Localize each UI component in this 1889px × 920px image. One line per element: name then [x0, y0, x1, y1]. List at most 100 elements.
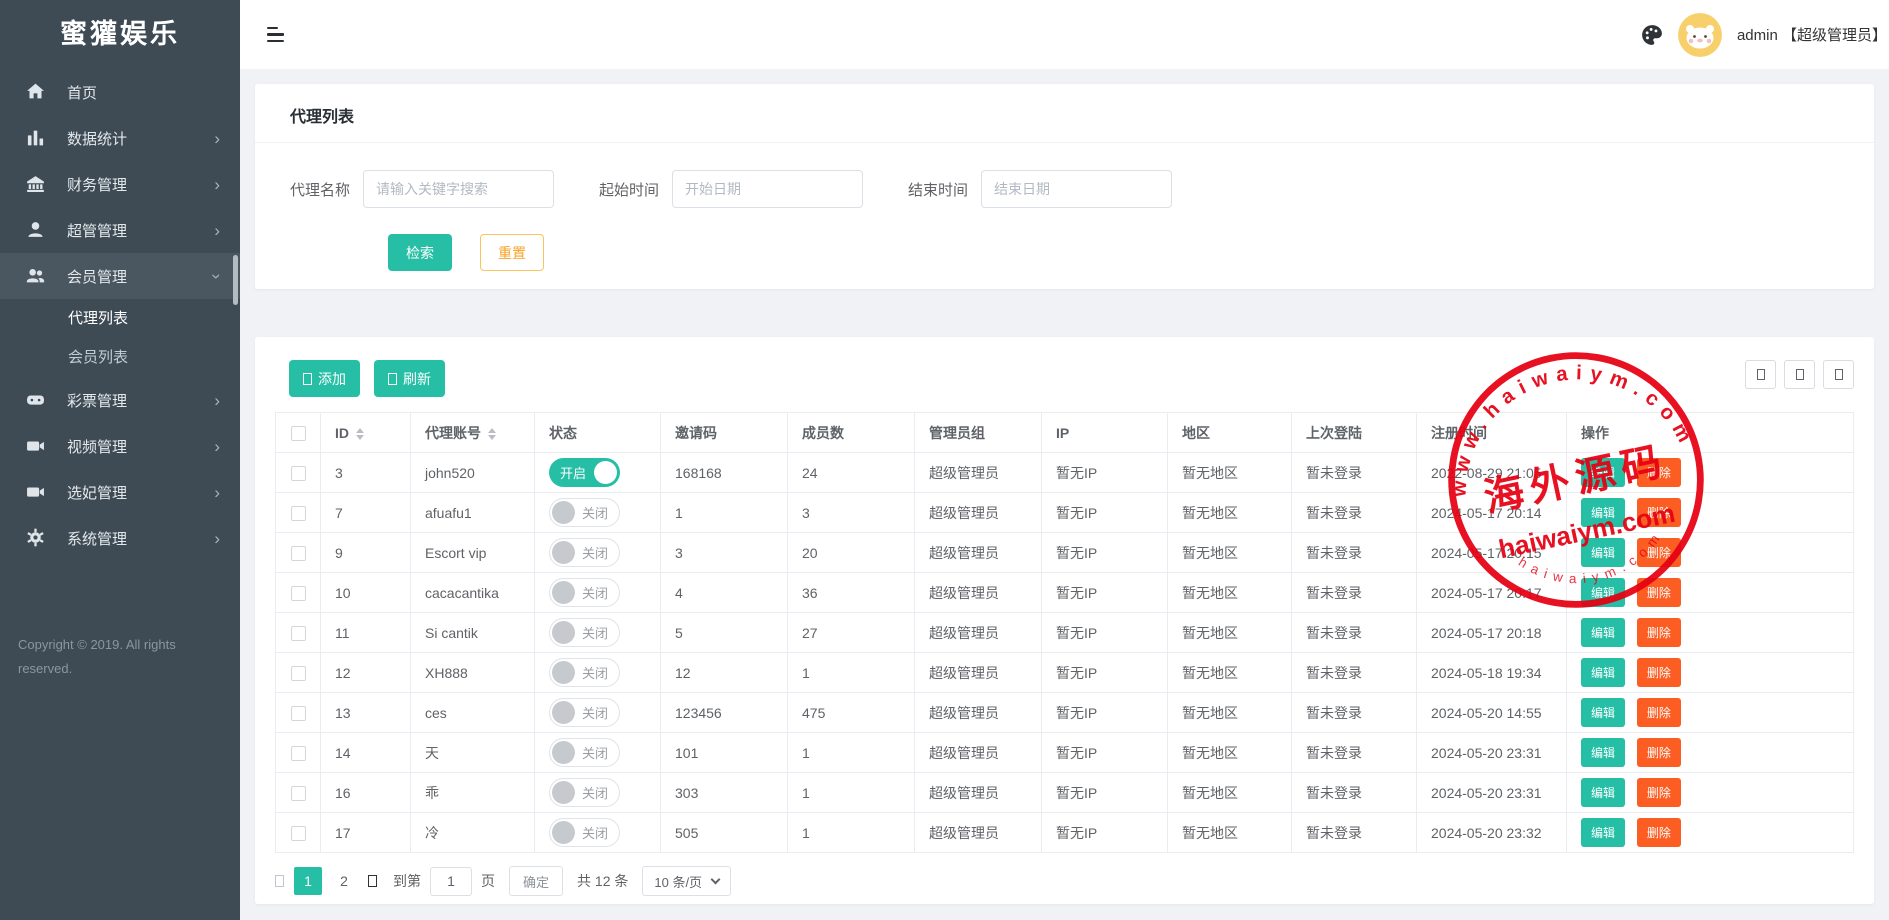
jump-confirm-button[interactable]: 确定: [509, 866, 563, 896]
delete-button[interactable]: 删除: [1637, 778, 1681, 807]
status-toggle[interactable]: 关闭: [549, 698, 620, 727]
agent-name-input[interactable]: [363, 170, 554, 208]
row-checkbox[interactable]: [291, 586, 306, 601]
column-header[interactable]: ID: [321, 413, 411, 453]
menu-toggle-icon[interactable]: [267, 27, 287, 43]
delete-button[interactable]: 删除: [1637, 698, 1681, 727]
status-toggle[interactable]: 关闭: [549, 498, 620, 527]
row-checkbox[interactable]: [291, 786, 306, 801]
sort-icon[interactable]: [488, 428, 496, 441]
delete-button[interactable]: 删除: [1637, 538, 1681, 567]
status-toggle[interactable]: 关闭: [549, 818, 620, 847]
edit-button[interactable]: 编辑: [1581, 458, 1625, 487]
status-toggle[interactable]: 关闭: [549, 578, 620, 607]
table-tool-button[interactable]: [1823, 360, 1854, 389]
cell-account: ces: [411, 693, 535, 733]
sidebar-item[interactable]: 系统管理›: [0, 515, 240, 561]
column-header: 操作: [1567, 413, 1854, 453]
edit-button[interactable]: 编辑: [1581, 578, 1625, 607]
search-button[interactable]: 检索: [388, 234, 452, 271]
row-checkbox[interactable]: [291, 746, 306, 761]
prev-page-button[interactable]: [275, 875, 284, 887]
next-page-button[interactable]: [368, 875, 377, 887]
cell-account: 乖: [411, 773, 535, 813]
row-checkbox[interactable]: [291, 466, 306, 481]
row-checkbox[interactable]: [291, 546, 306, 561]
main-area: admin 【超级管理员】 代理列表 代理名称 起始时间: [240, 0, 1889, 920]
edit-button[interactable]: 编辑: [1581, 538, 1625, 567]
column-header: 邀请码: [661, 413, 788, 453]
column-header-label: 状态: [549, 425, 577, 441]
status-toggle[interactable]: 关闭: [549, 738, 620, 767]
cell-admin-group: 超级管理员: [915, 653, 1042, 693]
column-header: 上次登陆: [1292, 413, 1417, 453]
theme-palette-icon[interactable]: [1641, 24, 1663, 46]
user-avatar[interactable]: [1678, 13, 1722, 57]
status-toggle[interactable]: 关闭: [549, 658, 620, 687]
reset-button[interactable]: 重置: [480, 234, 544, 271]
search-form: 代理名称 起始时间 结束时间: [255, 143, 1874, 208]
column-header-label: 成员数: [802, 425, 844, 441]
gear-icon: [26, 528, 46, 548]
sidebar-item[interactable]: 超管管理›: [0, 207, 240, 253]
delete-button[interactable]: 删除: [1637, 818, 1681, 847]
delete-button[interactable]: 删除: [1637, 498, 1681, 527]
status-toggle[interactable]: 关闭: [549, 778, 620, 807]
sort-icon[interactable]: [356, 428, 364, 441]
cell-region: 暂无地区: [1168, 493, 1292, 533]
row-checkbox[interactable]: [291, 706, 306, 721]
start-date-input[interactable]: [672, 170, 863, 208]
sidebar-item[interactable]: 财务管理›: [0, 161, 240, 207]
toggle-knob-icon: [552, 781, 575, 804]
select-all-checkbox[interactable]: [291, 426, 306, 441]
delete-button[interactable]: 删除: [1637, 618, 1681, 647]
page-button[interactable]: 1: [294, 867, 322, 895]
sidebar-item[interactable]: 首页: [0, 69, 240, 115]
user-menu[interactable]: admin 【超级管理员】: [1737, 24, 1887, 45]
edit-button[interactable]: 编辑: [1581, 618, 1625, 647]
sidebar-scrollbar[interactable]: [233, 255, 238, 305]
cell-invite-code: 3: [661, 533, 788, 573]
status-toggle[interactable]: 开启: [549, 458, 620, 487]
delete-button[interactable]: 删除: [1637, 458, 1681, 487]
column-header[interactable]: 代理账号: [411, 413, 535, 453]
edit-button[interactable]: 编辑: [1581, 738, 1625, 767]
sidebar-item-label: 选妃管理: [67, 482, 214, 503]
cell-actions: 编辑 删除: [1567, 453, 1854, 493]
sidebar-item-label: 数据统计: [67, 128, 214, 149]
end-time-label: 结束时间: [908, 179, 968, 200]
edit-button[interactable]: 编辑: [1581, 498, 1625, 527]
refresh-button[interactable]: 刷新: [374, 360, 445, 397]
sidebar-item[interactable]: 选妃管理›: [0, 469, 240, 515]
sidebar-subitem[interactable]: 代理列表: [0, 299, 240, 338]
delete-button[interactable]: 删除: [1637, 738, 1681, 767]
edit-button[interactable]: 编辑: [1581, 818, 1625, 847]
page-jump-input[interactable]: [430, 867, 472, 896]
sidebar-item[interactable]: 彩票管理›: [0, 377, 240, 423]
table-panel: 添加 刷新 ID代理账号状态邀请码成员数管理员组IP地区上次登陆注册时间操作: [255, 337, 1874, 904]
add-button[interactable]: 添加: [289, 360, 360, 397]
page-size-select[interactable]: 10 条/页: [642, 866, 731, 896]
edit-button[interactable]: 编辑: [1581, 658, 1625, 687]
end-date-input[interactable]: [981, 170, 1172, 208]
table-tool-button[interactable]: [1745, 360, 1776, 389]
status-toggle[interactable]: 关闭: [549, 538, 620, 567]
delete-button[interactable]: 删除: [1637, 578, 1681, 607]
row-checkbox[interactable]: [291, 626, 306, 641]
sidebar-item[interactable]: 会员管理›: [0, 253, 240, 299]
sidebar-item[interactable]: 视频管理›: [0, 423, 240, 469]
row-checkbox[interactable]: [291, 826, 306, 841]
row-checkbox[interactable]: [291, 666, 306, 681]
delete-button[interactable]: 删除: [1637, 658, 1681, 687]
cell-member-count: 1: [788, 733, 915, 773]
edit-button[interactable]: 编辑: [1581, 778, 1625, 807]
table-tool-button[interactable]: [1784, 360, 1815, 389]
status-toggle[interactable]: 关闭: [549, 618, 620, 647]
edit-button[interactable]: 编辑: [1581, 698, 1625, 727]
row-checkbox[interactable]: [291, 506, 306, 521]
page-button[interactable]: 2: [330, 867, 358, 895]
sidebar-item[interactable]: 数据统计›: [0, 115, 240, 161]
total-count: 共 12 条: [577, 871, 628, 891]
sidebar-subitem[interactable]: 会员列表: [0, 338, 240, 377]
cell-register-time: 2024-05-20 23:31: [1417, 733, 1567, 773]
